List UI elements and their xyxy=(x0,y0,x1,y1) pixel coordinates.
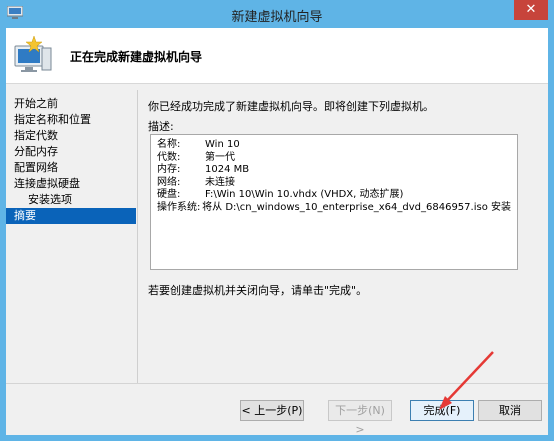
nav-item[interactable]: 安装选项 xyxy=(6,192,136,208)
nav-item[interactable]: 指定代数 xyxy=(6,128,136,144)
description-value: 1024 MB xyxy=(205,164,250,175)
description-key: 名称: xyxy=(157,139,181,150)
nav-item[interactable]: 分配内存 xyxy=(6,144,136,160)
finish-instruction-text: 若要创建虚拟机并关闭向导，请单击"完成"。 xyxy=(148,284,368,297)
description-value: Win 10 xyxy=(205,139,240,150)
finish-button[interactable]: 完成(F) xyxy=(410,400,474,421)
window-title: 新建虚拟机向导 xyxy=(231,10,323,25)
description-textbox[interactable]: 名称: Win 10 代数: 第一代内存: 1024 MB 网络: 未连接硬盘: F:\Win… xyxy=(150,134,518,270)
nav-item[interactable]: 连接虚拟硬盘 xyxy=(6,176,136,192)
description-row: 操作系统: 将从 D:\cn_windows_10_enterprise_x64_… xyxy=(157,202,511,215)
cancel-button[interactable]: 取消 xyxy=(478,400,542,421)
footer-divider xyxy=(6,383,548,384)
description-key: 内存: xyxy=(157,164,181,175)
description-key: 操作系统: xyxy=(157,201,201,213)
wizard-client-area: 正在完成新建虚拟机向导 开始之前 指定名称和位置 指定代数 分配内存 配置网络 连接虚拟硬… xyxy=(6,28,548,436)
description-key: 硬盘: xyxy=(157,189,181,200)
summary-panel: 你已经成功完成了新建虚拟机向导。即将创建下列虚拟机。 描述: 名称: Win 10… xyxy=(148,98,538,297)
nav-item[interactable]: 指定名称和位置 xyxy=(6,112,136,128)
page-title: 正在完成新建虚拟机向导 xyxy=(70,50,203,64)
nav-divider xyxy=(137,90,138,384)
description-row: 网络: 未连接 xyxy=(157,177,511,190)
title-bar[interactable]: 新建虚拟机向导 ✕ xyxy=(0,0,554,28)
wizard-window: 新建虚拟机向导 ✕ 正在完成新建虚拟机向导 开始之前 指定名称和位置 指定代数 分配内… xyxy=(0,0,554,441)
wizard-header: 正在完成新建虚拟机向导 xyxy=(6,28,548,84)
description-value: F:\Win 10\Win 10.vhdx (VHDX, 动态扩展) xyxy=(205,189,404,200)
description-value: 第一代 xyxy=(205,151,235,163)
description-value: 未连接 xyxy=(205,176,235,188)
close-icon: ✕ xyxy=(525,2,537,17)
nav-item[interactable]: 开始之前 xyxy=(6,96,136,112)
wizard-steps-nav: 开始之前 指定名称和位置 指定代数 分配内存 配置网络 连接虚拟硬盘 安装选项 摘要 xyxy=(6,96,136,224)
description-row: 代数: 第一代 xyxy=(157,152,511,165)
new-virtual-machine-icon xyxy=(12,34,54,76)
description-value: 将从 D:\cn_windows_10_enterprise_x64_dvd_6… xyxy=(202,201,511,213)
previous-button[interactable]: < 上一步(P) xyxy=(240,400,304,421)
description-key: 代数: xyxy=(157,151,181,163)
description-row: 名称: Win 10 xyxy=(157,139,511,152)
description-key: 网络: xyxy=(157,176,181,188)
nav-item[interactable]: 配置网络 xyxy=(6,160,136,176)
close-button[interactable]: ✕ xyxy=(514,0,548,20)
summary-intro-text: 你已经成功完成了新建虚拟机向导。即将创建下列虚拟机。 xyxy=(148,100,434,113)
description-label: 描述: xyxy=(148,120,174,133)
description-row: 内存: 1024 MB xyxy=(157,164,511,177)
nav-item[interactable]: 摘要 xyxy=(6,208,136,224)
description-row: 硬盘: F:\Win 10\Win 10.vhdx (VHDX, 动态扩展) xyxy=(157,189,511,202)
next-button[interactable]: 下一步(N) > xyxy=(328,400,392,436)
